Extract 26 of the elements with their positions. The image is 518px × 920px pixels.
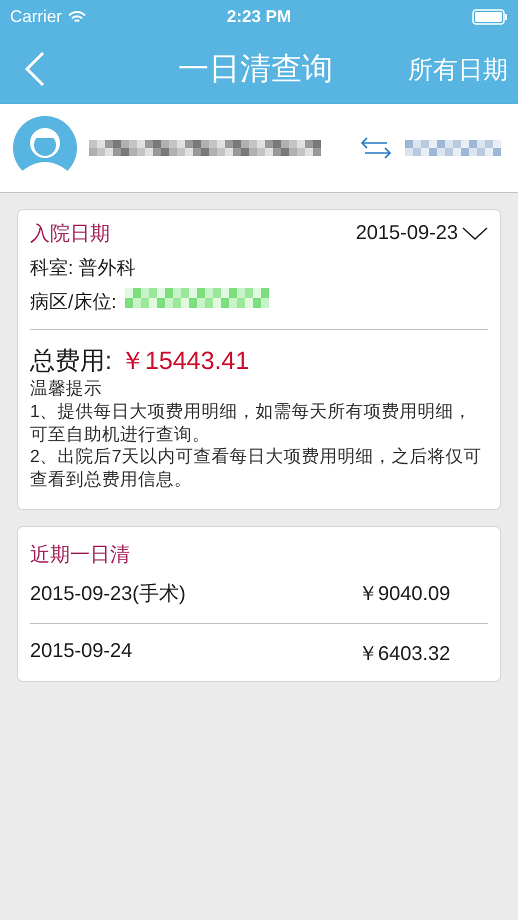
row-date: 2015-09-24 [30,640,134,664]
tip-text: 1、提供每日大项费用明细，如需每天所有项费用明细，可至自助机进行查询。 [30,400,473,446]
battery-icon [472,9,508,25]
wifi-icon [68,10,86,24]
daily-row[interactable]: 2015-09-23(手术) ￥9040.09 [30,578,488,609]
tips-title: 温馨提示 [30,377,103,400]
switch-button[interactable] [359,137,393,159]
total-label: 总费用: [30,346,112,377]
row-amount: ￥9040.09 [358,582,450,607]
swap-arrows-icon [359,137,393,159]
avatar-icon [13,116,77,180]
status-time: 2:23 PM [226,7,292,27]
carrier-name: Carrier [10,7,62,27]
date-picker[interactable]: 2015-09-23 [356,222,488,245]
chevron-down-icon [462,226,488,240]
admission-date-label: 入院日期 [30,222,110,247]
page-title: 一日清查询 [178,50,333,88]
ward-bed-label: 病区/床位: [30,291,117,315]
department-text: 科室: 普外科 [30,256,137,281]
tip-text: 2、出院后7天以内可查看每日大项费用明细，之后将仅可查看到总费用信息。 [30,445,482,491]
recent-title: 近期一日清 [30,542,131,568]
daily-row[interactable]: 2015-09-24 ￥6403.32 [30,638,488,669]
total-amount: ￥15443.41 [120,346,250,377]
back-icon [24,51,46,87]
row-date: 2015-09-23(手术) [30,582,187,607]
row-amount: ￥6403.32 [358,642,450,667]
